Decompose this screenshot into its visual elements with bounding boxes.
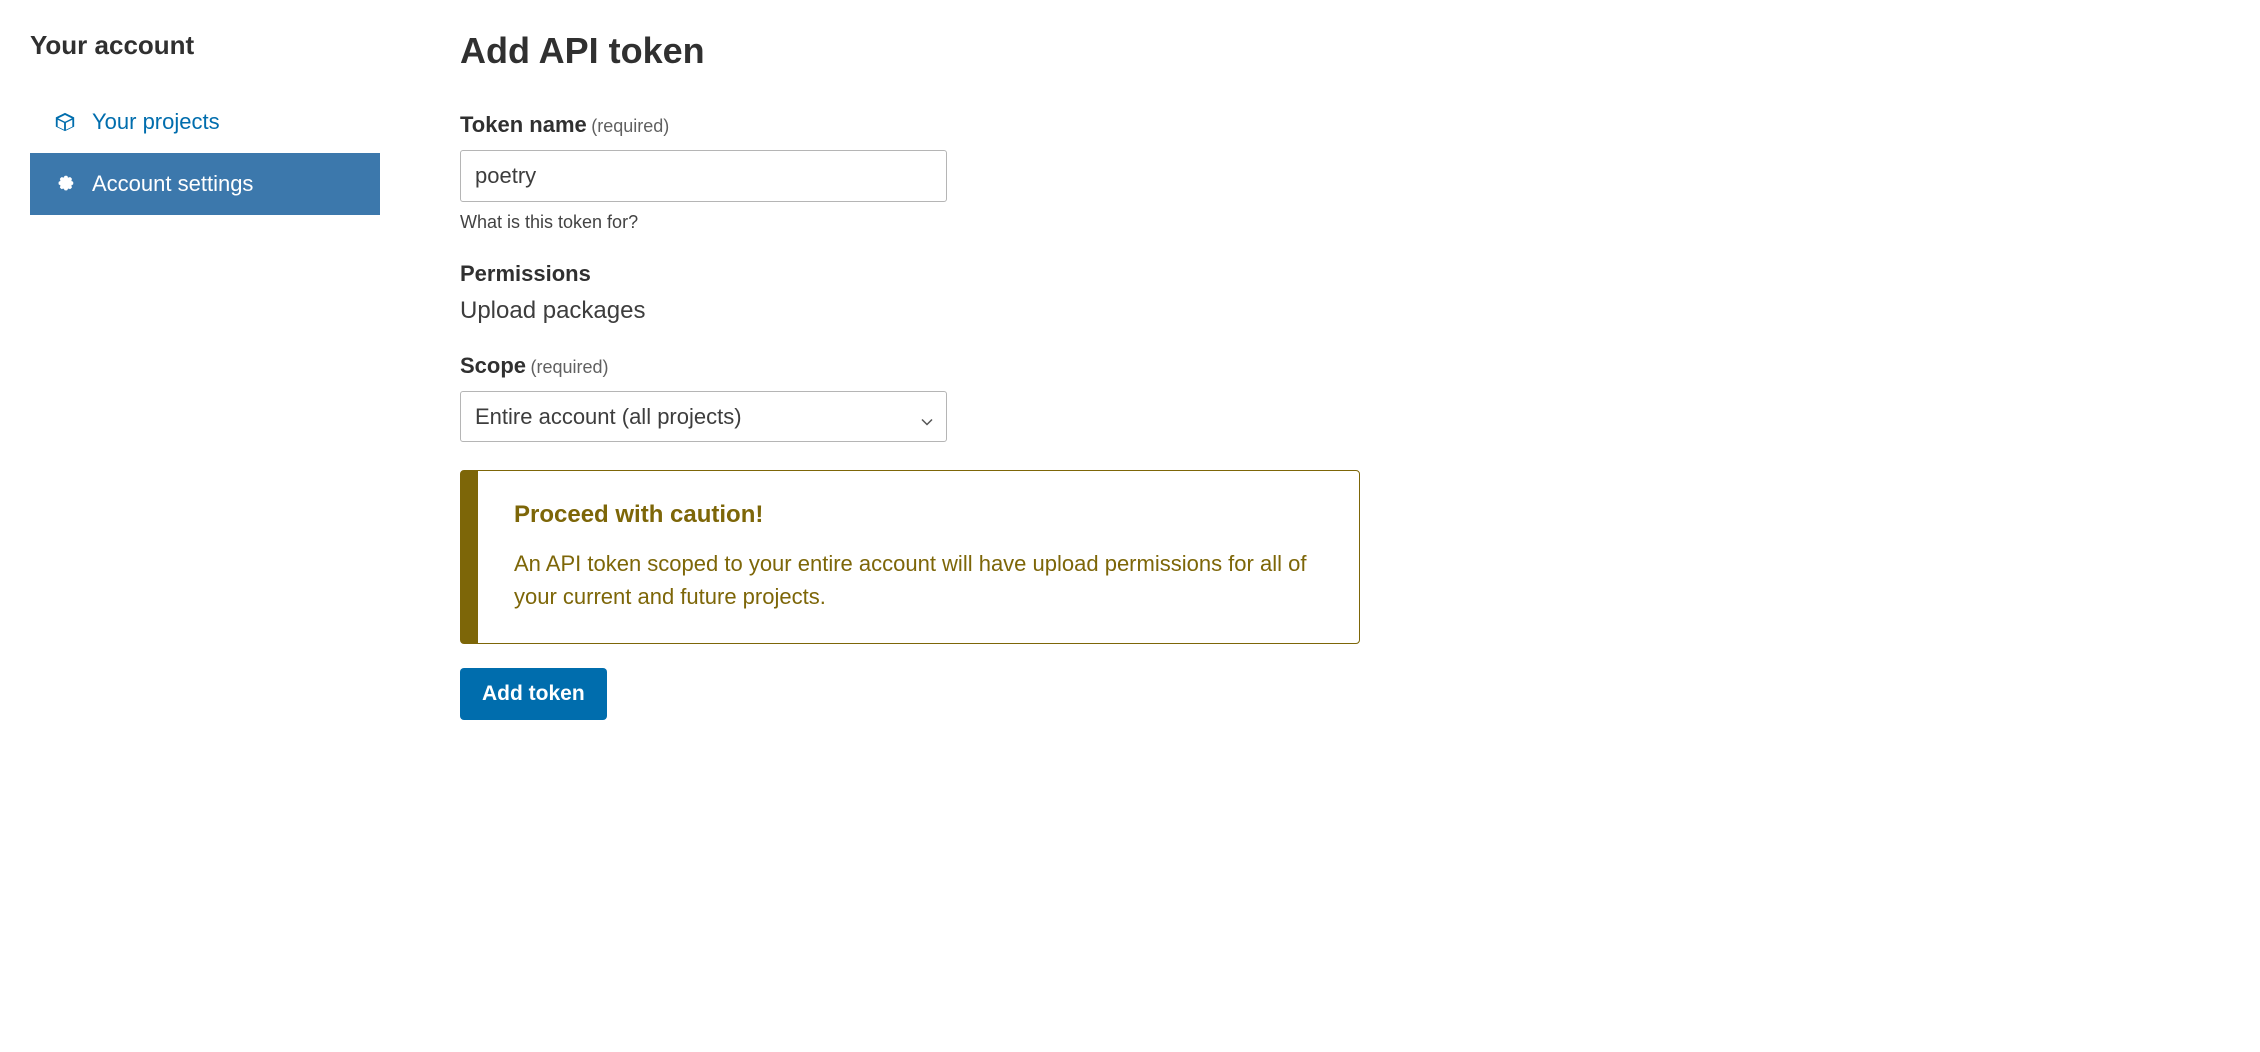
required-tag: (required) [591,116,669,136]
token-name-group: Token name (required) What is this token… [460,112,1360,233]
scope-label: Scope (required) [460,360,609,377]
scope-label-text: Scope [460,353,526,378]
sidebar-title: Your account [30,30,380,61]
cube-icon [54,111,76,133]
token-name-help: What is this token for? [460,212,1360,233]
sidebar-item-your-projects[interactable]: Your projects [30,91,380,153]
page-title: Add API token [460,30,1360,72]
sidebar-item-account-settings[interactable]: Account settings [30,153,380,215]
callout-title: Proceed with caution! [514,501,1323,529]
token-name-label: Token name (required) [460,119,669,136]
token-name-input[interactable] [460,150,947,202]
permissions-value: Upload packages [460,297,1360,325]
main-content: Add API token Token name (required) What… [460,30,1360,720]
caution-callout: Proceed with caution! An API token scope… [460,470,1360,644]
sidebar: Your account Your projects Account sett [30,30,380,720]
token-name-label-text: Token name [460,112,587,137]
callout-body: An API token scoped to your entire accou… [514,547,1323,613]
required-tag: (required) [530,357,608,377]
sidebar-item-label: Your projects [92,109,220,135]
gear-icon [54,173,76,195]
sidebar-nav: Your projects Account settings [30,91,380,215]
scope-group: Scope (required) Entire account (all pro… [460,353,1360,442]
scope-select[interactable]: Entire account (all projects) [460,391,947,442]
permissions-label: Permissions [460,261,591,286]
add-token-button[interactable]: Add token [460,668,607,720]
permissions-group: Permissions Upload packages [460,261,1360,325]
sidebar-item-label: Account settings [92,171,253,197]
